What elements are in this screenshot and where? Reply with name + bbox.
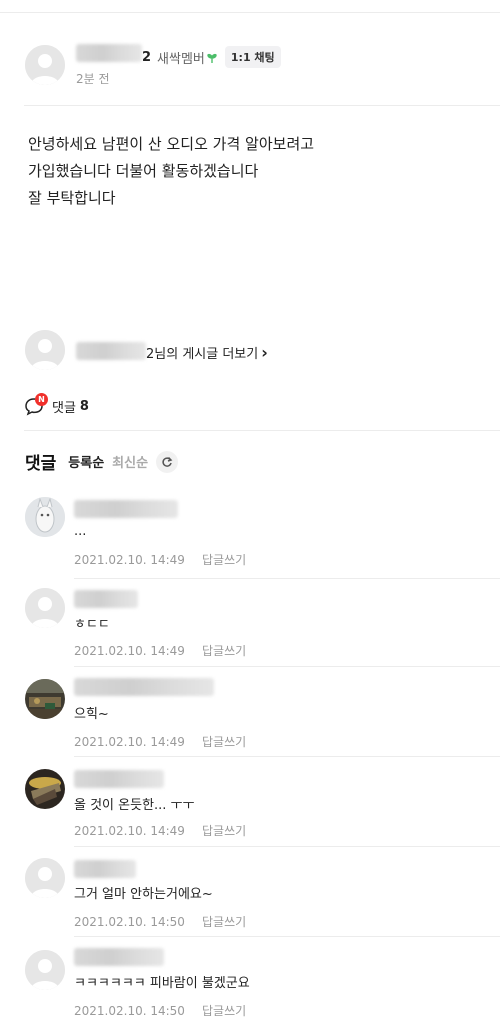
more-posts-link[interactable]: 2님의 게시글 더보기 ›: [146, 343, 268, 363]
comment-item: 으힉~ 2021.02.10. 14:49 답글쓰기: [0, 666, 500, 756]
chat-button[interactable]: 1:1 채팅: [224, 46, 281, 68]
member-grade: 새싹멤버: [157, 51, 205, 67]
commenter-name-blurred[interactable]: [74, 948, 164, 966]
default-avatar-icon: [25, 588, 65, 628]
post-time: 2분 전: [76, 72, 110, 86]
commenter-avatar[interactable]: [25, 679, 65, 719]
top-divider: [0, 12, 500, 13]
comment-text: ㅋㅋㅋㅋㅋㅋ 피바람이 불겠군요: [74, 976, 250, 991]
refresh-icon: [162, 456, 173, 467]
more-posts-name-blurred[interactable]: [76, 342, 146, 360]
comments-header: 댓글 등록순 최신순: [25, 449, 179, 474]
comment-date: 2021.02.10. 14:49: [74, 735, 185, 749]
comment-date: 2021.02.10. 14:50: [74, 915, 185, 929]
more-posts-label: 2님의 게시글 더보기: [146, 347, 259, 362]
commenter-name-blurred[interactable]: [74, 590, 138, 608]
default-avatar-icon: [25, 45, 65, 85]
comment-item: 그거 얼마 안하는거에요~ 2021.02.10. 14:50 답글쓰기: [0, 846, 500, 936]
sprout-icon: [207, 52, 217, 63]
reply-button[interactable]: 답글쓰기: [202, 553, 246, 567]
reply-button[interactable]: 답글쓰기: [202, 644, 246, 658]
comments-title: 댓글: [25, 454, 57, 474]
chevron-right-icon: ›: [261, 343, 268, 362]
more-posts-avatar[interactable]: [25, 330, 65, 370]
commenter-name-blurred[interactable]: [74, 770, 164, 788]
commenter-avatar[interactable]: [25, 769, 65, 809]
comment-item: ㅋㅋㅋㅋㅋㅋ 피바람이 불겠군요 2021.02.10. 14:50 답글쓰기: [0, 936, 500, 1026]
reply-button[interactable]: 답글쓰기: [202, 1004, 246, 1018]
comment-bubble-icon: N: [24, 393, 48, 416]
comment-text: ...: [74, 524, 87, 539]
post-body: 안녕하세요 남편이 산 오디오 가격 알아보려고 가입했습니다 더불어 활동하겠…: [28, 131, 314, 212]
comment-text: ㅎㄷㄷ: [74, 617, 110, 632]
comment-date: 2021.02.10. 14:49: [74, 824, 185, 838]
sort-registered-tab[interactable]: 등록순: [68, 452, 104, 471]
commenter-avatar[interactable]: [25, 858, 65, 898]
comment-date: 2021.02.10. 14:49: [74, 553, 185, 567]
reply-button[interactable]: 답글쓰기: [202, 735, 246, 749]
author-name-suffix[interactable]: 2: [142, 50, 151, 65]
default-avatar-icon: [25, 330, 65, 370]
commenter-name-blurred[interactable]: [74, 500, 178, 518]
author-avatar[interactable]: [25, 45, 65, 85]
profile-photo-icon: [25, 769, 65, 809]
commenter-name-blurred[interactable]: [74, 860, 136, 878]
comment-item: 올 것이 온듯한... ㅜㅜ 2021.02.10. 14:49 답글쓰기: [0, 756, 500, 846]
commenter-avatar[interactable]: [25, 497, 65, 537]
post-body-line: 가입했습니다 더불어 활동하겠습니다: [28, 162, 259, 180]
sort-latest-tab[interactable]: 최신순: [112, 452, 148, 471]
comment-count-number: 8: [79, 398, 89, 414]
comments-divider: [24, 430, 500, 431]
author-name-blurred[interactable]: [76, 44, 142, 62]
comment-text: 으힉~: [74, 707, 109, 722]
default-avatar-icon: [25, 950, 65, 990]
commenter-name-blurred[interactable]: [74, 678, 214, 696]
reply-button[interactable]: 답글쓰기: [202, 824, 246, 838]
post-body-line: 안녕하세요 남편이 산 오디오 가격 알아보려고: [28, 135, 315, 153]
reply-button[interactable]: 답글쓰기: [202, 915, 246, 929]
comment-date: 2021.02.10. 14:50: [74, 1004, 185, 1018]
comment-text: 그거 얼마 안하는거에요~: [74, 887, 213, 902]
author-line: 2 새싹멤버 1:1 채팅: [142, 46, 281, 68]
comment-item: ... 2021.02.10. 14:49 답글쓰기: [0, 490, 500, 578]
new-badge: N: [35, 393, 48, 406]
comment-count-bar[interactable]: N 댓글 8: [24, 393, 89, 416]
commenter-avatar[interactable]: [25, 588, 65, 628]
comment-text: 올 것이 온듯한... ㅜㅜ: [74, 798, 195, 813]
refresh-button[interactable]: [156, 450, 179, 473]
profile-photo-icon: [25, 497, 65, 537]
commenter-avatar[interactable]: [25, 950, 65, 990]
comment-count-label: 댓글: [52, 400, 76, 416]
default-avatar-icon: [25, 858, 65, 898]
profile-photo-icon: [25, 679, 65, 719]
post-body-line: 잘 부탁합니다: [28, 189, 116, 207]
comment-item: ㅎㄷㄷ 2021.02.10. 14:49 답글쓰기: [0, 578, 500, 666]
comment-date: 2021.02.10. 14:49: [74, 644, 185, 658]
header-divider: [24, 105, 500, 106]
